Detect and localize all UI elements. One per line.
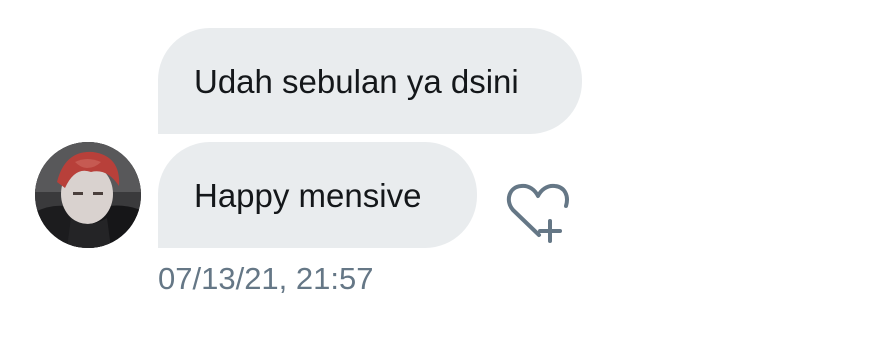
avatar-image (35, 142, 141, 248)
message-bubble[interactable]: Udah sebulan ya dsini (158, 28, 582, 134)
avatar[interactable] (35, 142, 141, 248)
message-text: Happy mensive (194, 176, 422, 214)
heart-plus-icon[interactable] (503, 180, 577, 246)
message-text: Udah sebulan ya dsini (194, 62, 519, 100)
message-bubble[interactable]: Happy mensive (158, 142, 477, 248)
message-timestamp: 07/13/21, 21:57 (158, 261, 374, 296)
dm-conversation: Udah sebulan ya dsini Happy mensive 07/1… (0, 0, 876, 350)
